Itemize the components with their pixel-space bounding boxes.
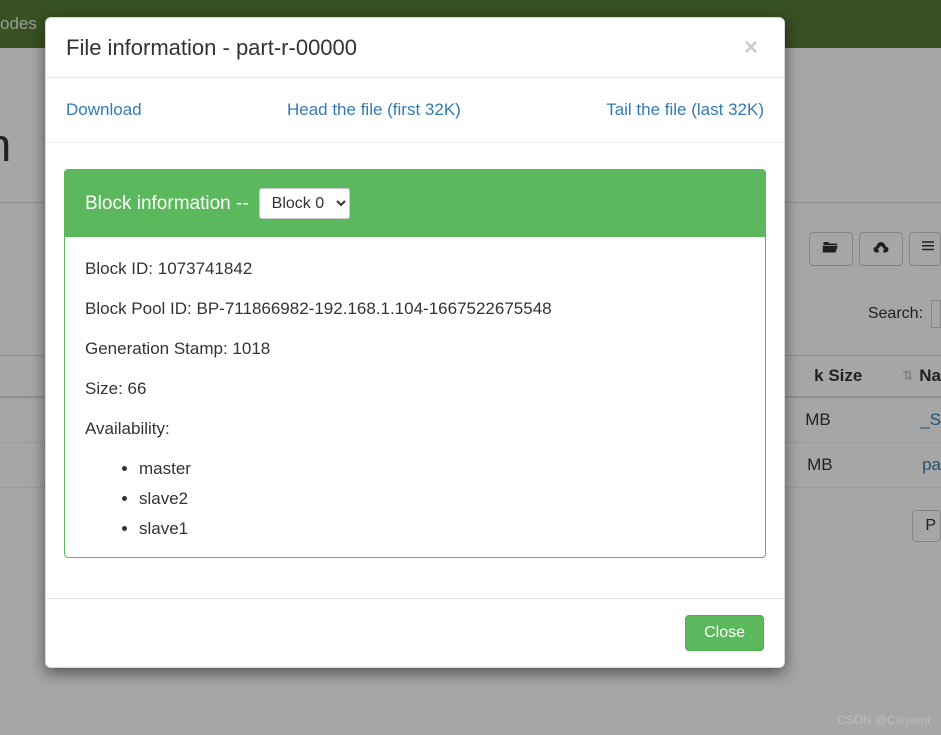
availability-label: Availability:: [85, 415, 745, 443]
block-panel-body: Block ID: 1073741842 Block Pool ID: BP-7…: [65, 237, 765, 557]
close-icon[interactable]: ×: [738, 35, 764, 61]
modal-title: File information - part-r-00000: [66, 35, 357, 61]
tail-file-link[interactable]: Tail the file (last 32K): [606, 100, 764, 120]
block-id-row: Block ID: 1073741842: [85, 255, 745, 283]
download-link[interactable]: Download: [66, 100, 142, 120]
modal-header: File information - part-r-00000 ×: [46, 18, 784, 78]
modal-footer: Close: [46, 598, 784, 667]
block-info-panel: Block information -- Block 0 Block ID: 1…: [64, 169, 766, 558]
availability-list: master slave2 slave1: [85, 455, 745, 543]
modal-link-bar: Download Head the file (first 32K) Tail …: [46, 78, 784, 143]
availability-item: master: [139, 455, 745, 483]
watermark: CSDN @Cisyamr: [837, 713, 931, 727]
block-select[interactable]: Block 0: [259, 188, 350, 219]
pool-id-row: Block Pool ID: BP-711866982-192.168.1.10…: [85, 295, 745, 323]
size-row: Size: 66: [85, 375, 745, 403]
head-file-link[interactable]: Head the file (first 32K): [287, 100, 461, 120]
availability-item: slave1: [139, 515, 745, 543]
gen-stamp-row: Generation Stamp: 1018: [85, 335, 745, 363]
block-info-label: Block information --: [85, 193, 249, 215]
block-panel-heading: Block information -- Block 0: [65, 170, 765, 237]
availability-item: slave2: [139, 485, 745, 513]
close-button[interactable]: Close: [685, 615, 764, 651]
file-info-modal: File information - part-r-00000 × Downlo…: [45, 17, 785, 668]
